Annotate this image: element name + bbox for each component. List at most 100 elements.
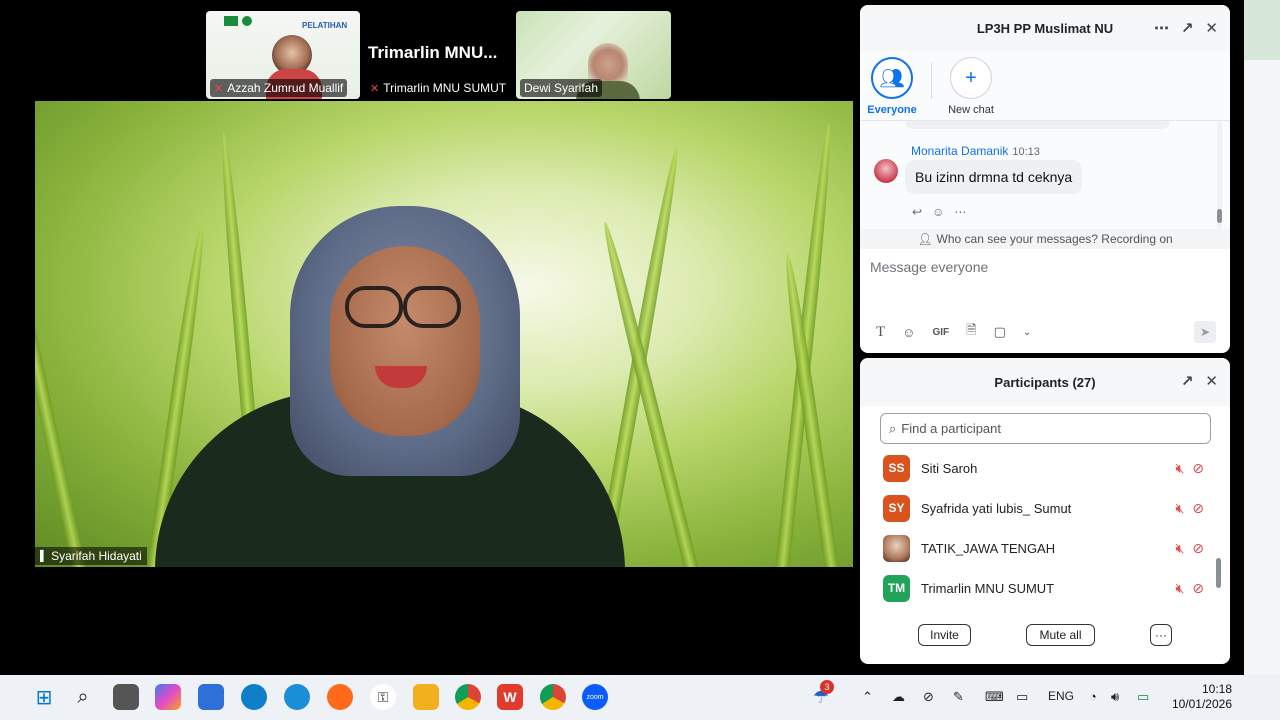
display-icon[interactable]: ▭ xyxy=(1016,689,1028,705)
active-speaker-video[interactable]: ▌ Syarifah Hidayati xyxy=(35,101,853,567)
mic-off-icon: ✕ xyxy=(370,82,380,95)
battery-icon[interactable]: ▭ xyxy=(1137,689,1149,705)
participant-list: SS Siti Saroh 🔇︎ ⊘ SY Syafrida yati lubis… xyxy=(860,448,1230,608)
mic-off-icon[interactable]: 🔇︎ xyxy=(1175,500,1184,517)
logo-icon xyxy=(224,16,238,26)
message-time: 10:13 xyxy=(1012,146,1040,158)
chat-panel: LP3H PP Muslimat NU ⋯ ↗ ✕ 👥︎ Everyone + … xyxy=(860,5,1230,353)
emoji-react-icon[interactable]: ☺ xyxy=(932,205,944,219)
zoom-icon[interactable]: zoom xyxy=(582,684,608,710)
avatar: SS xyxy=(883,454,910,482)
glasses-lens xyxy=(403,286,461,328)
folder-icon[interactable] xyxy=(413,684,439,710)
gif-icon[interactable]: GIF xyxy=(932,327,949,338)
video-off-icon[interactable]: ⊘ xyxy=(1192,580,1204,597)
cloud-icon[interactable]: ☁ xyxy=(892,689,905,705)
format-text-icon[interactable]: T xyxy=(876,324,885,341)
participants-header: Participants (27) ↗ ✕ xyxy=(860,358,1230,406)
avatar xyxy=(883,534,910,562)
pen-icon[interactable]: ✎ xyxy=(953,689,964,705)
participant-row[interactable]: SS Siti Saroh 🔇︎ ⊘ xyxy=(860,448,1230,488)
message-sender: Monarita Damanik 10:13 xyxy=(911,144,1040,158)
copilot-icon[interactable] xyxy=(155,684,181,710)
chevron-down-icon[interactable]: ⌄ xyxy=(1023,327,1031,338)
search-icon[interactable]: ⌕ xyxy=(70,684,96,710)
mute-all-button[interactable]: Mute all xyxy=(1026,624,1095,646)
audio-level-icon: ▌ xyxy=(40,550,48,562)
file-icon[interactable]: 🗎 xyxy=(966,321,976,343)
tab-everyone[interactable]: 👥︎ Everyone xyxy=(867,57,917,116)
plus-icon: + xyxy=(950,57,992,99)
more-icon[interactable]: ⋯ xyxy=(1154,19,1169,37)
language-indicator[interactable]: ENG xyxy=(1048,689,1074,703)
tab-new-chat[interactable]: + New chat xyxy=(946,57,996,116)
chat-scrollbar-thumb[interactable] xyxy=(1217,209,1222,223)
close-icon[interactable]: ✕ xyxy=(1205,19,1218,37)
system-clock[interactable]: 10:18 10/01/2026 xyxy=(1172,682,1232,712)
store-icon[interactable] xyxy=(198,684,224,710)
eye-off-icon[interactable]: ⊘ xyxy=(923,689,934,705)
more-icon[interactable]: ⋯ xyxy=(954,205,966,219)
participants-title: Participants (27) xyxy=(994,374,1096,390)
more-options-button[interactable]: ··· xyxy=(1150,624,1172,646)
key-icon[interactable]: ⚿ xyxy=(370,684,396,710)
mic-off-icon[interactable]: 🔇︎ xyxy=(1175,540,1184,557)
participant-thumbnail-2[interactable]: Trimarlin MNU... ✕ Trimarlin MNU SUMUT xyxy=(362,11,514,99)
edge-icon[interactable] xyxy=(241,684,267,710)
participant-row[interactable]: TATIK_JAWA TENGAH 🔇︎ ⊘ xyxy=(860,528,1230,568)
edge-icon[interactable] xyxy=(284,684,310,710)
search-icon: ⌕ xyxy=(889,420,897,436)
participant-row[interactable]: SY Syafrida yati lubis_ Sumut 🔇︎ ⊘ xyxy=(860,488,1230,528)
wps-icon[interactable]: W xyxy=(497,684,523,710)
chat-messages[interactable]: Monarita Damanik 10:13 Bu izinn drmna td … xyxy=(860,121,1230,229)
participant-row[interactable]: TM Trimarlin MNU SUMUT 🔇︎ ⊘ xyxy=(860,568,1230,608)
thumbnail-label: ✕ Azzah Zumrud Muallif xyxy=(210,79,348,97)
thumbnail-label: ✕ Trimarlin MNU SUMUT xyxy=(366,79,511,97)
firefox-icon[interactable] xyxy=(327,684,353,710)
chevron-up-icon[interactable]: ⌃ xyxy=(862,689,873,705)
windows-start-icon[interactable]: ⊞ xyxy=(31,684,57,710)
tab-divider xyxy=(931,63,932,99)
invite-button[interactable]: Invite xyxy=(918,624,971,646)
participant-scrollbar-thumb[interactable] xyxy=(1216,558,1221,588)
participant-thumbnail-3[interactable]: Dewi Syarifah xyxy=(516,11,671,99)
video-off-icon[interactable]: ⊘ xyxy=(1192,460,1204,477)
pop-out-icon[interactable]: ↗ xyxy=(1181,19,1194,37)
group-icon: 👥︎ xyxy=(871,57,913,99)
grass-blade xyxy=(35,168,89,567)
volume-icon[interactable]: 🔊︎ xyxy=(1111,689,1119,705)
avatar xyxy=(874,159,898,183)
close-icon[interactable]: ✕ xyxy=(1205,372,1218,390)
background-window-header xyxy=(1244,0,1280,60)
participant-display-name: Trimarlin MNU... xyxy=(368,43,498,62)
send-icon[interactable]: ➤ xyxy=(1194,321,1216,343)
chat-header: LP3H PP Muslimat NU ⋯ ↗ ✕ xyxy=(860,5,1230,51)
video-off-icon[interactable]: ⊘ xyxy=(1192,500,1204,517)
chrome-icon[interactable] xyxy=(455,684,481,710)
chat-title: LP3H PP Muslimat NU xyxy=(976,20,1114,36)
participant-search-input[interactable]: ⌕ Find a participant xyxy=(880,413,1211,444)
visibility-notice[interactable]: 👤︎ Who can see your messages? Recording … xyxy=(860,229,1230,249)
mic-off-icon[interactable]: 🔇︎ xyxy=(1175,460,1184,477)
meeting-view: PELATIHAN ✕ Azzah Zumrud Muallif Trimarl… xyxy=(35,0,853,665)
reply-icon[interactable]: ↩ xyxy=(912,205,922,219)
chat-toolbar: T ☺ GIF 🗎 ▢ ⌄ xyxy=(876,321,1031,343)
screenshot-icon[interactable]: ▢ xyxy=(994,324,1006,340)
glasses-lens xyxy=(345,286,403,328)
participant-thumbnail-1[interactable]: PELATIHAN ✕ Azzah Zumrud Muallif xyxy=(206,11,360,99)
pop-out-icon[interactable]: ↗ xyxy=(1181,372,1194,390)
previous-message-bubble xyxy=(905,121,1170,129)
video-off-icon[interactable]: ⊘ xyxy=(1192,540,1204,557)
emoji-icon[interactable]: ☺ xyxy=(902,325,915,340)
message-input[interactable]: Message everyone xyxy=(860,249,1230,307)
chrome-icon[interactable] xyxy=(540,684,566,710)
task-view-icon[interactable] xyxy=(113,684,139,710)
mic-off-icon[interactable]: 🔇︎ xyxy=(1175,580,1184,597)
message-bubble: Bu izinn drmna td ceknya xyxy=(905,160,1083,194)
participants-panel: Participants (27) ↗ ✕ ⌕ Find a participa… xyxy=(860,358,1230,664)
keyboard-icon[interactable]: ⌨ xyxy=(985,689,1004,705)
wifi-icon[interactable]: ◔ xyxy=(1089,689,1097,704)
mic-off-icon: ✕ xyxy=(214,82,224,95)
avatar: TM xyxy=(883,574,910,602)
people-icon: 👤︎ xyxy=(917,232,933,246)
